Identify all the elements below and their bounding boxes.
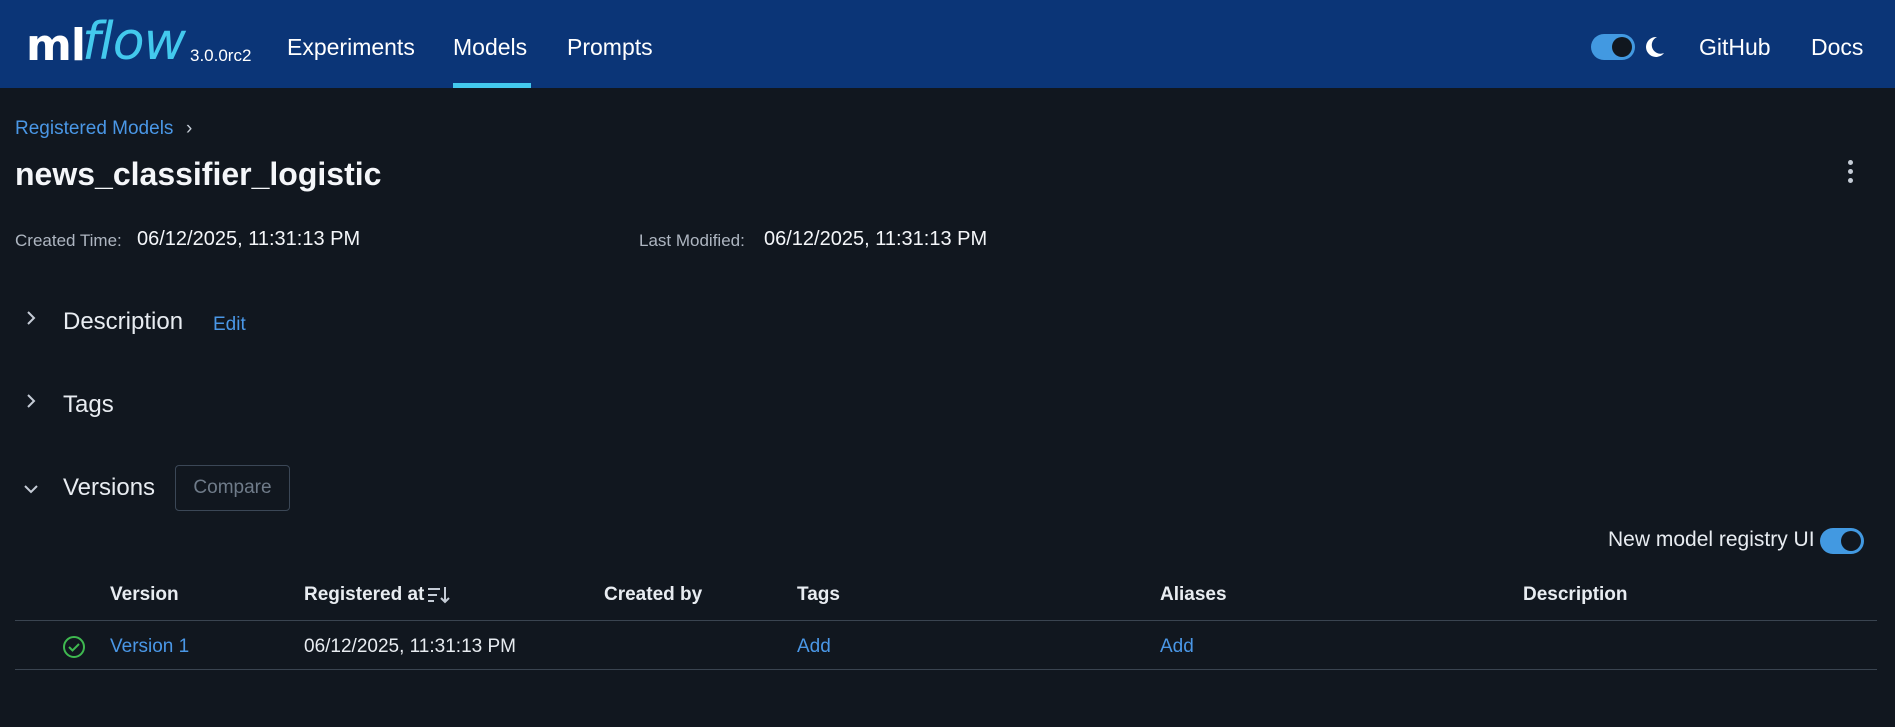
registered-at-value: 06/12/2025, 11:31:13 PM xyxy=(304,636,516,657)
last-modified-value: 06/12/2025, 11:31:13 PM xyxy=(764,228,988,250)
github-link[interactable]: GitHub xyxy=(1699,34,1771,61)
column-header-description: Description xyxy=(1523,584,1628,605)
breadcrumb-chevron-icon: › xyxy=(186,118,193,139)
active-nav-indicator xyxy=(453,83,531,88)
check-circle-icon xyxy=(63,636,85,658)
edit-description-link[interactable]: Edit xyxy=(213,314,246,336)
new-registry-ui-toggle[interactable] xyxy=(1820,528,1864,554)
column-header-aliases: Aliases xyxy=(1160,584,1227,605)
chevron-right-icon[interactable] xyxy=(22,392,40,410)
column-header-version: Version xyxy=(110,584,179,605)
versions-section-title[interactable]: Versions xyxy=(63,474,155,502)
toggle-knob xyxy=(1841,531,1861,551)
moon-icon xyxy=(1646,36,1664,57)
compare-button[interactable]: Compare xyxy=(175,465,290,511)
chevron-down-icon[interactable] xyxy=(22,480,40,498)
breadcrumb-registered-models[interactable]: Registered Models xyxy=(15,118,173,140)
sort-descending-icon[interactable] xyxy=(427,584,451,606)
theme-toggle[interactable] xyxy=(1591,34,1635,60)
nav-prompts[interactable]: Prompts xyxy=(567,34,653,61)
column-header-created-by: Created by xyxy=(604,584,703,605)
more-options-icon[interactable] xyxy=(1843,160,1857,188)
new-registry-ui-label: New model registry UI xyxy=(1608,528,1815,551)
add-tag-link[interactable]: Add xyxy=(797,636,831,658)
tags-section-title[interactable]: Tags xyxy=(63,391,114,419)
page-title: news_classifier_logistic xyxy=(15,156,382,192)
version-label: 3.0.0rc2 xyxy=(190,46,252,65)
add-alias-link[interactable]: Add xyxy=(1160,636,1194,658)
toggle-knob xyxy=(1612,37,1632,57)
top-navigation-bar: ml flow 3.0.0rc2 Experiments Models Prom… xyxy=(0,0,1895,88)
nav-experiments[interactable]: Experiments xyxy=(287,34,415,61)
column-header-tags: Tags xyxy=(797,584,840,605)
docs-link[interactable]: Docs xyxy=(1811,34,1863,61)
description-section-title[interactable]: Description xyxy=(63,308,183,336)
created-time-value: 06/12/2025, 11:31:13 PM xyxy=(137,228,361,250)
logo-text-flow: flow xyxy=(82,12,186,72)
table-row-divider xyxy=(15,669,1877,670)
nav-models[interactable]: Models xyxy=(453,34,527,61)
logo-text-ml: ml xyxy=(26,20,86,71)
last-modified-label: Last Modified: xyxy=(639,231,745,250)
chevron-right-icon[interactable] xyxy=(22,309,40,327)
column-header-registered-at[interactable]: Registered at xyxy=(304,584,424,606)
version-link[interactable]: Version 1 xyxy=(110,636,189,658)
created-time-label: Created Time: xyxy=(15,231,122,250)
table-header-divider xyxy=(15,620,1877,621)
